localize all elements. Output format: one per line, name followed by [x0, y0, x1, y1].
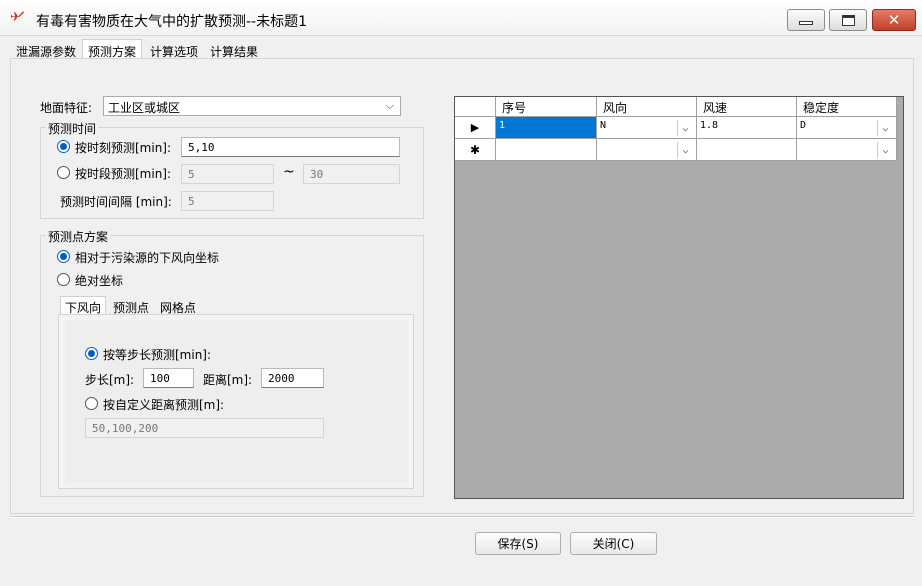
step-input[interactable]: 100 [143, 368, 194, 388]
title-bar: ✈ᐟ 有毒有害物质在大气中的扩散预测--未标题1 ✕ [0, 0, 922, 36]
equal-step-label: 按等步长预测[min]: [103, 348, 212, 362]
row-marker-current[interactable]: ▶ [455, 117, 496, 139]
chevron-down-icon[interactable]: ⌵ [877, 120, 893, 136]
terrain-select-value: 工业区或城区 [108, 101, 181, 115]
subtab-downwind[interactable]: 下风向 [60, 296, 107, 315]
tab-forecast-plan[interactable]: 预测方案 [82, 39, 143, 60]
interval-label: 预测时间间隔 [min]: [60, 195, 172, 209]
chevron-down-icon[interactable]: ⌵ [677, 142, 693, 158]
absolute-coords-label: 绝对坐标 [75, 274, 124, 288]
by-period-label: 按时段预测[min]: [75, 167, 172, 181]
new-cell-direction[interactable]: ⌵ [597, 139, 697, 161]
close-icon: ✕ [887, 10, 901, 29]
absolute-coords-radio[interactable] [57, 273, 70, 286]
footer-separator [10, 516, 914, 518]
cell-stability[interactable]: D ⌵ [797, 117, 897, 139]
distance-input[interactable]: 2000 [261, 368, 324, 388]
cell-direction-value: N [600, 120, 607, 131]
column-header-direction[interactable]: 风向 [597, 97, 697, 117]
save-button[interactable]: 保存(S) [475, 532, 561, 555]
new-cell-seq[interactable] [496, 139, 597, 161]
period-from-input[interactable]: 5 [181, 164, 274, 184]
period-to-input[interactable]: 30 [303, 164, 400, 184]
cell-stability-value: D [800, 120, 807, 131]
app-logo-icon: ✈ᐟ [10, 10, 24, 25]
close-window-button[interactable]: ✕ [872, 9, 916, 31]
custom-distance-radio[interactable] [85, 397, 98, 410]
custom-distance-input[interactable]: 50,100,200 [85, 418, 324, 438]
minimize-button[interactable] [787, 9, 825, 31]
custom-distance-label: 按自定义距离预测[m]: [103, 398, 225, 412]
interval-input[interactable]: 5 [181, 191, 274, 211]
tab-calc-options[interactable]: 计算选项 [144, 39, 204, 59]
cell-seq[interactable]: 1 [496, 117, 597, 139]
chevron-down-icon: ⌵ [385, 99, 394, 112]
by-moment-radio[interactable] [57, 140, 70, 153]
maximize-icon [841, 14, 855, 26]
forecast-time-title: 预测时间 [46, 120, 99, 137]
step-label: 步长[m]: [85, 373, 135, 387]
new-cell-speed[interactable] [697, 139, 797, 161]
row-marker-new[interactable]: ✱ [455, 139, 496, 161]
by-moment-input[interactable]: 5,10 [181, 137, 400, 157]
by-moment-label: 按时刻预测[min]: [75, 141, 172, 155]
distance-label: 距离[m]: [203, 373, 253, 387]
new-cell-stability[interactable]: ⌵ [797, 139, 897, 161]
wind-data-grid[interactable]: 序号 风向 风速 稳定度 ▶ 1 N ⌵ 1.8 D ⌵ ✱ ⌵ ⌵ [454, 96, 904, 499]
chevron-down-icon[interactable]: ⌵ [677, 120, 693, 136]
close-button[interactable]: 关闭(C) [570, 532, 657, 555]
period-tilde: ~ [283, 164, 295, 180]
chevron-down-icon[interactable]: ⌵ [877, 142, 893, 158]
terrain-select[interactable]: 工业区或城区 ⌵ [103, 96, 401, 116]
main-tabstrip: 泄漏源参数 预测方案 计算选项 计算结果 [10, 39, 914, 60]
window-title: 有毒有害物质在大气中的扩散预测--未标题1 [36, 14, 308, 30]
relative-coords-label: 相对于污染源的下风向坐标 [75, 251, 220, 265]
maximize-button[interactable] [829, 9, 867, 31]
equal-step-radio[interactable] [85, 347, 98, 360]
column-header-speed[interactable]: 风速 [697, 97, 797, 117]
tab-leak-source[interactable]: 泄漏源参数 [10, 39, 82, 59]
forecast-points-title: 预测点方案 [46, 228, 111, 245]
grid-corner [455, 97, 496, 117]
column-header-seq[interactable]: 序号 [496, 97, 597, 117]
cell-direction[interactable]: N ⌵ [597, 117, 697, 139]
relative-coords-radio[interactable] [57, 250, 70, 263]
tab-calc-results[interactable]: 计算结果 [204, 39, 264, 59]
by-period-radio[interactable] [57, 166, 70, 179]
terrain-label: 地面特征: [40, 101, 93, 115]
cell-speed[interactable]: 1.8 [697, 117, 797, 139]
minimize-icon [799, 21, 813, 25]
column-header-stability[interactable]: 稳定度 [797, 97, 897, 117]
